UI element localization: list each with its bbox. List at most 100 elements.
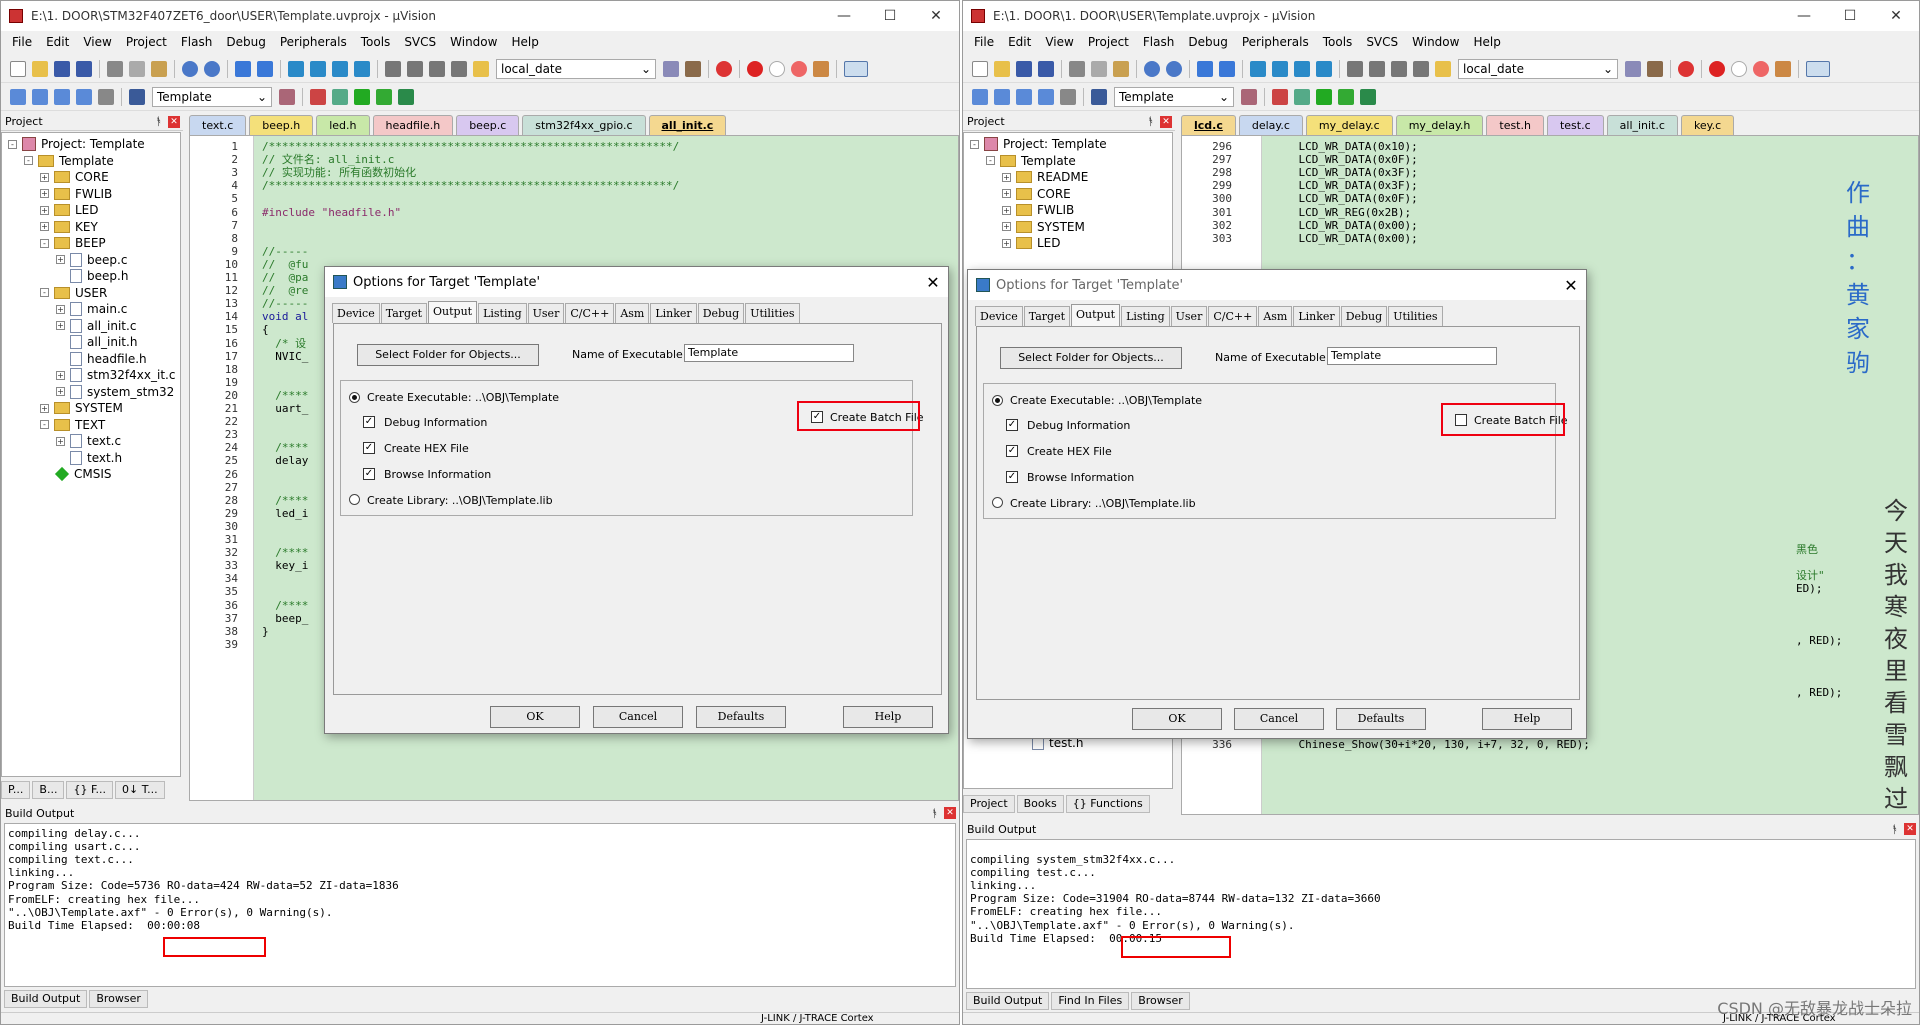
- defaults-button[interactable]: Defaults: [1336, 708, 1426, 730]
- expand-toggle-icon[interactable]: -: [986, 156, 995, 165]
- target-combo[interactable]: Template ⌄: [152, 86, 272, 107]
- minimize-icon[interactable]: —: [1781, 8, 1827, 24]
- batch-build-icon[interactable]: [1038, 88, 1054, 105]
- tab-functions[interactable]: {} F...: [66, 781, 114, 799]
- menu-svcs[interactable]: SVCS: [1359, 35, 1405, 49]
- tree-item[interactable]: + SYSTEM: [40, 399, 123, 417]
- manage-project-icon[interactable]: [1272, 88, 1288, 105]
- rebuild-icon[interactable]: [54, 88, 70, 105]
- editor-tab[interactable]: led.h: [316, 115, 370, 135]
- configure-icon[interactable]: [1775, 60, 1791, 77]
- tab-listing[interactable]: Listing: [478, 303, 527, 323]
- uncomment-icon[interactable]: [451, 60, 467, 77]
- menu-project[interactable]: Project: [119, 35, 174, 49]
- clear-bookmarks-icon[interactable]: [354, 60, 370, 77]
- editor-tab[interactable]: lcd.c: [1181, 115, 1236, 135]
- cancel-button[interactable]: Cancel: [593, 706, 683, 728]
- menu-peripherals[interactable]: Peripherals: [1235, 35, 1316, 49]
- build-icon[interactable]: [32, 88, 48, 105]
- multi-project-icon[interactable]: [1294, 88, 1310, 105]
- tab-target[interactable]: Target: [1023, 306, 1071, 326]
- tree-item[interactable]: headfile.h: [56, 350, 147, 368]
- save-icon[interactable]: [1016, 60, 1032, 77]
- build-icon[interactable]: [994, 88, 1010, 105]
- pin-icon[interactable]: ᚬ: [1891, 823, 1898, 836]
- prev-bookmark-icon[interactable]: [1272, 60, 1288, 77]
- minimize-icon[interactable]: —: [821, 8, 867, 24]
- name-executable-input[interactable]: Template: [684, 344, 854, 362]
- tree-item[interactable]: beep.h: [56, 267, 128, 285]
- tree-item[interactable]: + FWLIB: [40, 185, 112, 203]
- editor-tab[interactable]: all_init.c: [1606, 115, 1678, 135]
- expand-toggle-icon[interactable]: +: [56, 304, 65, 314]
- find-combo[interactable]: local_date ⌄: [496, 58, 656, 79]
- tree-item[interactable]: + text.c: [56, 432, 121, 450]
- editor-tab[interactable]: all_init.c: [648, 115, 727, 135]
- tree-item[interactable]: + all_init.c: [56, 317, 136, 335]
- tab-user[interactable]: User: [1170, 306, 1208, 326]
- tab-cpp[interactable]: C/C++: [1208, 306, 1258, 326]
- expand-toggle-icon[interactable]: -: [40, 238, 49, 248]
- disable-breakpoint-icon[interactable]: [769, 60, 785, 77]
- expand-toggle-icon[interactable]: +: [1002, 172, 1011, 182]
- select-packs-icon[interactable]: [1338, 88, 1354, 105]
- expand-toggle-icon[interactable]: +: [1002, 205, 1011, 215]
- tree-item[interactable]: + KEY: [40, 218, 98, 236]
- close-icon[interactable]: ✕: [913, 8, 959, 24]
- create-library-radio[interactable]: [349, 494, 360, 505]
- tab-books[interactable]: Books: [1016, 795, 1064, 813]
- expand-toggle-icon[interactable]: +: [56, 321, 65, 330]
- expand-toggle-icon[interactable]: +: [40, 189, 49, 198]
- target-options-icon[interactable]: [1241, 88, 1257, 105]
- tab-functions[interactable]: {} Functions: [1065, 795, 1150, 813]
- tree-item[interactable]: + CORE: [1002, 185, 1071, 203]
- create-executable-radio[interactable]: [992, 395, 1003, 406]
- tab-find-in-files[interactable]: Find In Files: [1051, 992, 1130, 1010]
- expand-toggle-icon[interactable]: +: [40, 403, 49, 413]
- tab-build-output[interactable]: Build Output: [966, 992, 1050, 1010]
- redo-icon[interactable]: [204, 60, 220, 77]
- tree-item[interactable]: + README: [1002, 168, 1088, 186]
- find-combo[interactable]: local_date ⌄: [1458, 58, 1618, 79]
- project-tree[interactable]: - Project: Template - Template + CORE + FWLIB + L…: [1, 132, 181, 777]
- tab-utilities[interactable]: Utilities: [1388, 306, 1443, 326]
- batch-build-icon[interactable]: [76, 88, 92, 105]
- menu-tools[interactable]: Tools: [1316, 35, 1360, 49]
- menu-file[interactable]: File: [5, 35, 39, 49]
- tree-item[interactable]: - Template: [24, 152, 114, 170]
- expand-toggle-icon[interactable]: +: [56, 255, 65, 264]
- editor-tab[interactable]: beep.h: [249, 115, 314, 135]
- tree-item[interactable]: - TEXT: [40, 416, 105, 434]
- copy-icon[interactable]: [1091, 60, 1107, 77]
- run-time-env-icon[interactable]: [1360, 88, 1376, 105]
- expand-toggle-icon[interactable]: -: [40, 420, 49, 429]
- tab-debug[interactable]: Debug: [697, 303, 745, 323]
- debug-start-icon[interactable]: [1678, 60, 1694, 77]
- bookmark-icon[interactable]: [288, 60, 304, 77]
- bookmark-icon[interactable]: [1250, 60, 1266, 77]
- expand-toggle-icon[interactable]: +: [56, 387, 65, 396]
- build-output[interactable]: compiling delay.c... compiling usart.c...…: [4, 823, 956, 987]
- close-icon[interactable]: ✕: [1556, 276, 1586, 295]
- menu-svcs[interactable]: SVCS: [397, 35, 443, 49]
- indent-icon[interactable]: [385, 60, 401, 77]
- tab-browser[interactable]: Browser: [1131, 992, 1190, 1010]
- editor-tab[interactable]: stm32f4xx_gpio.c: [522, 115, 646, 135]
- editor-tab[interactable]: beep.c: [456, 115, 520, 135]
- menu-edit[interactable]: Edit: [1001, 35, 1038, 49]
- tree-item[interactable]: - Project: Template: [970, 135, 1107, 153]
- help-button[interactable]: Help: [1482, 708, 1572, 730]
- menu-file[interactable]: File: [967, 35, 1001, 49]
- expand-toggle-icon[interactable]: +: [1002, 238, 1011, 248]
- cut-icon[interactable]: [1069, 60, 1085, 77]
- editor-tab[interactable]: headfile.h: [372, 115, 454, 135]
- select-packs-icon[interactable]: [376, 88, 392, 105]
- copy-icon[interactable]: [129, 60, 145, 77]
- cancel-button[interactable]: Cancel: [1234, 708, 1324, 730]
- back-arrow-icon[interactable]: [1197, 60, 1213, 77]
- pack-installer-icon[interactable]: [1316, 88, 1332, 105]
- tab-utilities[interactable]: Utilities: [745, 303, 800, 323]
- menu-debug[interactable]: Debug: [1181, 35, 1234, 49]
- load-icon[interactable]: [129, 88, 145, 105]
- pin-icon[interactable]: ᚬ: [1147, 115, 1154, 128]
